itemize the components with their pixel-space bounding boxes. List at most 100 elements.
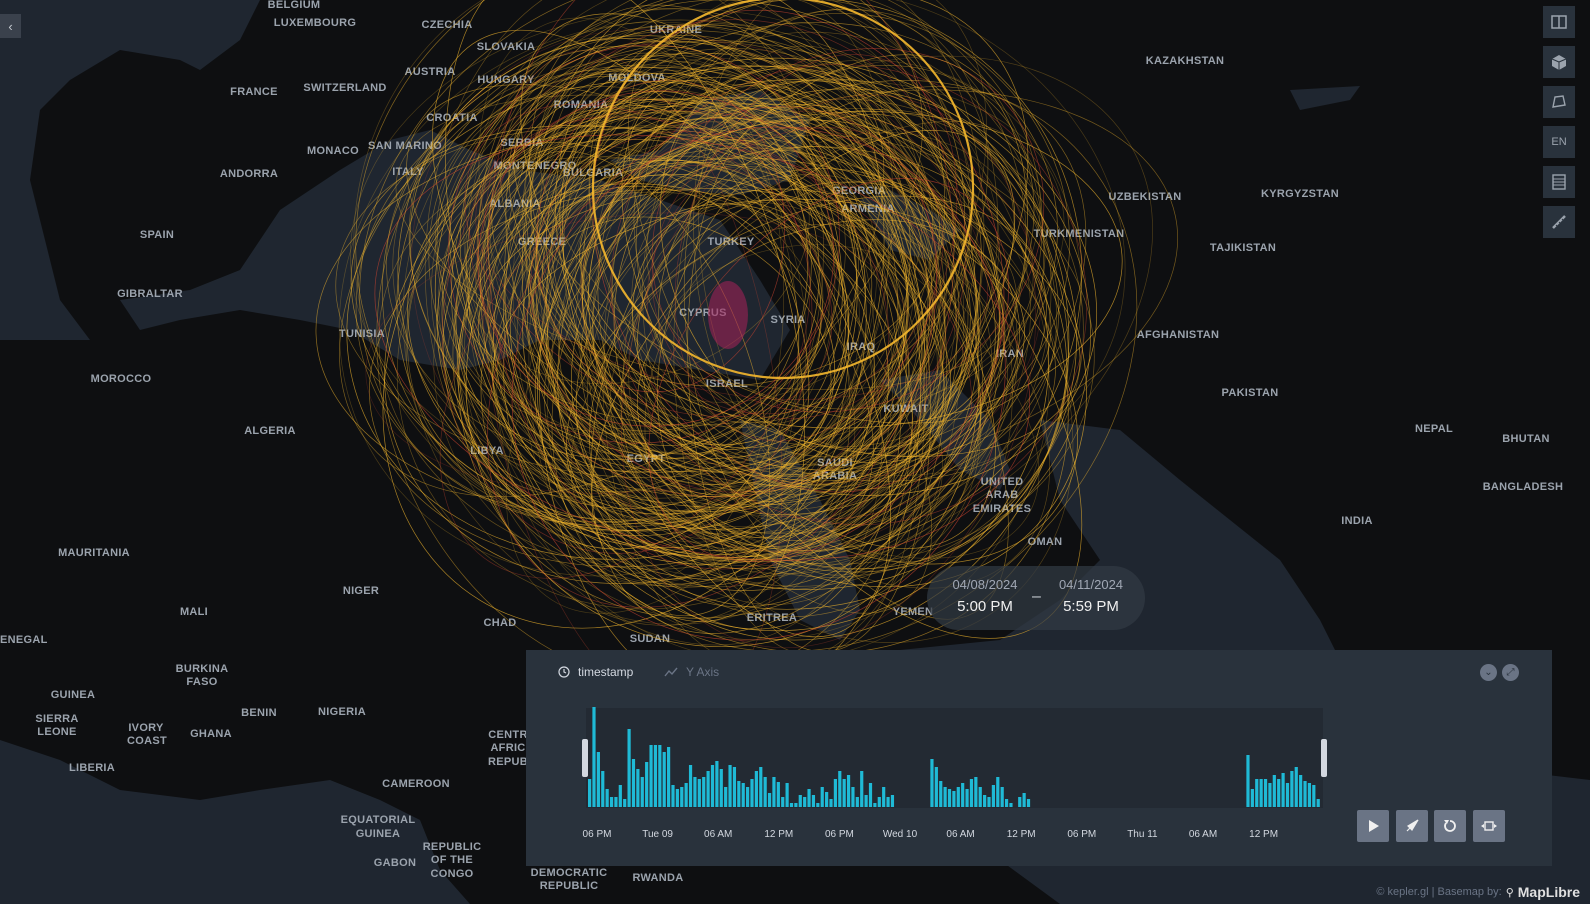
range-handle-right[interactable] [1321,739,1327,777]
histogram-bar [860,771,864,807]
start-date: 04/08/2024 [952,577,1018,592]
locale-button[interactable]: EN [1543,126,1575,158]
expand-timeline-button[interactable]: ⤢ [1502,664,1519,681]
timeline-tick-label: Thu 11 [1127,829,1158,840]
histogram-bar [1022,793,1026,807]
histogram-bar [1294,767,1298,807]
play-button[interactable] [1357,810,1389,842]
histogram-bar [719,769,723,807]
histogram-bar [798,795,802,807]
speed-button[interactable] [1396,810,1428,842]
histogram-bar [741,783,745,807]
country-label: DEMOCRATIC [531,867,608,879]
histogram-bar [605,789,609,807]
histogram-bar [1259,779,1263,807]
chevron-down-icon: ⌄ [1484,667,1493,678]
country-label: EQUATORIAL [341,814,416,826]
draw-polygon-button[interactable] [1543,86,1575,118]
country-label: AFGHANISTAN [1137,329,1220,341]
histogram-bar [759,767,763,807]
histogram-bar [1277,779,1281,807]
histogram-bar [829,799,833,807]
country-label: ANDORRA [220,168,278,180]
play-icon [1369,820,1379,832]
country-label: CAMEROON [382,778,450,790]
country-label: INDIA [1341,515,1372,527]
histogram-bar [1255,779,1259,807]
histogram-bar [939,781,943,807]
toggle-3d-button[interactable] [1543,46,1575,78]
country-label: BHUTAN [1502,433,1549,445]
timestamp-field-label: timestamp [578,665,634,679]
country-label: FRANCE [230,86,278,98]
histogram-bar [882,787,886,807]
speed-icon [1406,819,1419,832]
split-map-button[interactable] [1543,6,1575,38]
country-label: GIBRALTAR [117,288,183,300]
timeline-tick-label: Wed 10 [883,829,918,840]
country-label: REPUBLIC [540,880,599,892]
histogram-bar [1009,803,1013,807]
country-label: LEONE [37,726,76,738]
country-label: SWITZERLAND [303,82,386,94]
histogram-bar [627,729,631,807]
histogram-bar [623,799,627,807]
timeline-tick-label: 12 PM [1007,829,1036,840]
range-handle-left[interactable] [582,739,588,777]
histogram-bar [596,752,600,807]
histogram-bar [1268,783,1272,807]
timestamp-field-selector[interactable]: timestamp [558,665,633,679]
ruler-icon [1552,215,1566,229]
data-table-button[interactable] [1543,166,1575,198]
histogram-bar [1316,799,1320,807]
country-label: REPUB [488,756,528,768]
histogram-bar [684,783,688,807]
country-label: REPUBLIC [423,841,482,853]
histogram-bar [789,803,794,807]
histogram-bar [609,797,614,807]
histogram-bar [991,785,995,807]
country-label: SENEGAL [0,634,48,646]
timeline-panel: 06 PM Tue 09 06 AM 12 PM 06 PM Wed 10 06 AM 12 … [526,650,1552,866]
histogram-bar [737,781,741,807]
timeline-tick-label: 06 PM [1067,829,1096,840]
histogram-bar [697,779,701,807]
histogram-bar [886,797,890,807]
country-label: NIGER [343,585,379,597]
histogram-bar [750,779,754,807]
country-label: LUXEMBOURG [274,17,356,29]
country-label: TURKEY [707,236,754,248]
histogram-bar [693,777,697,807]
histogram-bar [987,797,991,807]
histogram-bar [592,707,596,807]
histogram-bar [1285,783,1290,807]
country-label: BANGLADESH [1483,481,1564,493]
histogram-bar [930,759,934,807]
histogram-bar [961,783,965,807]
histogram-bar [1299,775,1303,807]
maplibre-logo-text[interactable]: MapLibre [1518,884,1580,900]
country-label: UZBEKISTAN [1108,191,1181,203]
timeline-tick-label: 12 PM [764,829,793,840]
country-label: FASO [186,676,217,688]
y-axis-selector[interactable]: Y Axis [664,665,719,679]
country-label: CENTR [488,729,527,741]
histogram-bar [763,777,767,807]
histogram-bar [965,789,969,807]
timeline-tick-label: 06 PM [825,829,854,840]
histogram-bar [825,792,829,807]
histogram-bar [715,761,719,807]
ruler-button[interactable] [1543,206,1575,238]
map-attribution: © kepler.gl | Basemap by: ⚲ MapLibre [1376,884,1580,900]
locale-label: EN [1551,136,1567,148]
histogram-bar [833,779,837,807]
histogram-bar [688,765,693,807]
window-mode-button[interactable] [1473,810,1505,842]
histogram-bar [947,789,952,807]
collapse-sidepanel-button[interactable]: ‹ [0,14,21,38]
end-time: 5:59 PM [1063,598,1119,615]
loop-button[interactable] [1434,810,1466,842]
collapse-timeline-button[interactable]: ⌄ [1480,664,1497,681]
histogram-bar [732,767,737,807]
country-label: TAJIKISTAN [1210,242,1276,254]
